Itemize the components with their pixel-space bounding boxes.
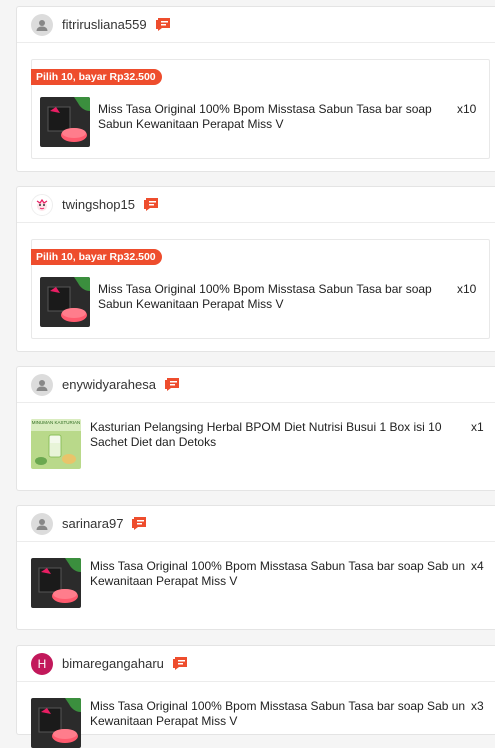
avatar[interactable] <box>31 512 53 535</box>
product-quantity: x3 <box>471 699 484 713</box>
product-quantity: x4 <box>471 559 484 573</box>
username[interactable]: enywidyarahesa <box>62 377 156 392</box>
avatar[interactable] <box>31 373 53 396</box>
product-quantity: x10 <box>457 102 477 116</box>
chat-icon[interactable] <box>131 516 147 531</box>
bundle-deal-box: Pilih 10, bayar Rp32.500 Miss Tasa Origi… <box>31 59 490 159</box>
user-icon <box>36 379 48 391</box>
soap-product-image <box>31 698 81 748</box>
chat-icon[interactable] <box>164 377 180 392</box>
username[interactable]: twingshop15 <box>62 197 135 212</box>
order-card: enywidyarahesa MINUMAN KASTURIAN Kasturi… <box>16 366 495 491</box>
product-thumbnail[interactable] <box>31 558 81 608</box>
username[interactable]: fitrirusliana559 <box>62 17 147 32</box>
drink-product-image: MINUMAN KASTURIAN <box>31 419 81 469</box>
product-thumbnail[interactable]: MINUMAN KASTURIAN <box>31 419 81 469</box>
soap-product-image <box>31 558 81 608</box>
user-icon <box>36 518 48 530</box>
bundle-deal-tag: Pilih 10, bayar Rp32.500 <box>31 249 162 265</box>
order-card: fitrirusliana559 Pilih 10, bayar Rp32.50… <box>16 6 495 172</box>
order-card-header: twingshop15 <box>17 187 495 223</box>
product-title[interactable]: Kasturian Pelangsing Herbal BPOM Diet Nu… <box>90 420 466 450</box>
shop-logo-icon <box>36 198 48 211</box>
soap-product-image <box>40 97 90 147</box>
product-quantity: x10 <box>457 282 477 296</box>
product-quantity: x1 <box>471 420 484 434</box>
product-thumbnail[interactable] <box>40 97 90 147</box>
order-card: H bimaregangaharu Miss Tasa Original 100… <box>16 645 495 748</box>
product-thumbnail[interactable] <box>40 277 90 327</box>
product-title[interactable]: Miss Tasa Original 100% Bpom Misstasa Sa… <box>98 282 454 312</box>
order-card-header: sarinara97 <box>17 506 495 542</box>
username[interactable]: bimaregangaharu <box>62 656 164 671</box>
soap-product-image <box>40 277 90 327</box>
order-card-header: H bimaregangaharu <box>17 646 495 682</box>
thumb-label: MINUMAN KASTURIAN <box>32 420 81 425</box>
user-icon <box>36 19 48 31</box>
bundle-deal-box: Pilih 10, bayar Rp32.500 Miss Tasa Origi… <box>31 239 490 339</box>
product-title[interactable]: Miss Tasa Original 100% Bpom Misstasa Sa… <box>90 559 466 589</box>
order-card: sarinara97 Miss Tasa Original 100% Bpom … <box>16 505 495 630</box>
avatar[interactable]: H <box>31 652 53 675</box>
avatar-letter: H <box>37 656 47 671</box>
bundle-deal-tag: Pilih 10, bayar Rp32.500 <box>31 69 162 85</box>
username[interactable]: sarinara97 <box>62 516 123 531</box>
order-card-header: enywidyarahesa <box>17 367 495 403</box>
chat-icon[interactable] <box>172 656 188 671</box>
order-card-header: fitrirusliana559 <box>17 7 495 43</box>
order-card: twingshop15 Pilih 10, bayar Rp32.500 Mis… <box>16 186 495 352</box>
avatar[interactable] <box>31 193 53 216</box>
product-thumbnail[interactable] <box>31 698 81 748</box>
avatar[interactable] <box>31 13 53 36</box>
product-title[interactable]: Miss Tasa Original 100% Bpom Misstasa Sa… <box>98 102 454 132</box>
chat-icon[interactable] <box>143 197 159 212</box>
chat-icon[interactable] <box>155 17 171 32</box>
